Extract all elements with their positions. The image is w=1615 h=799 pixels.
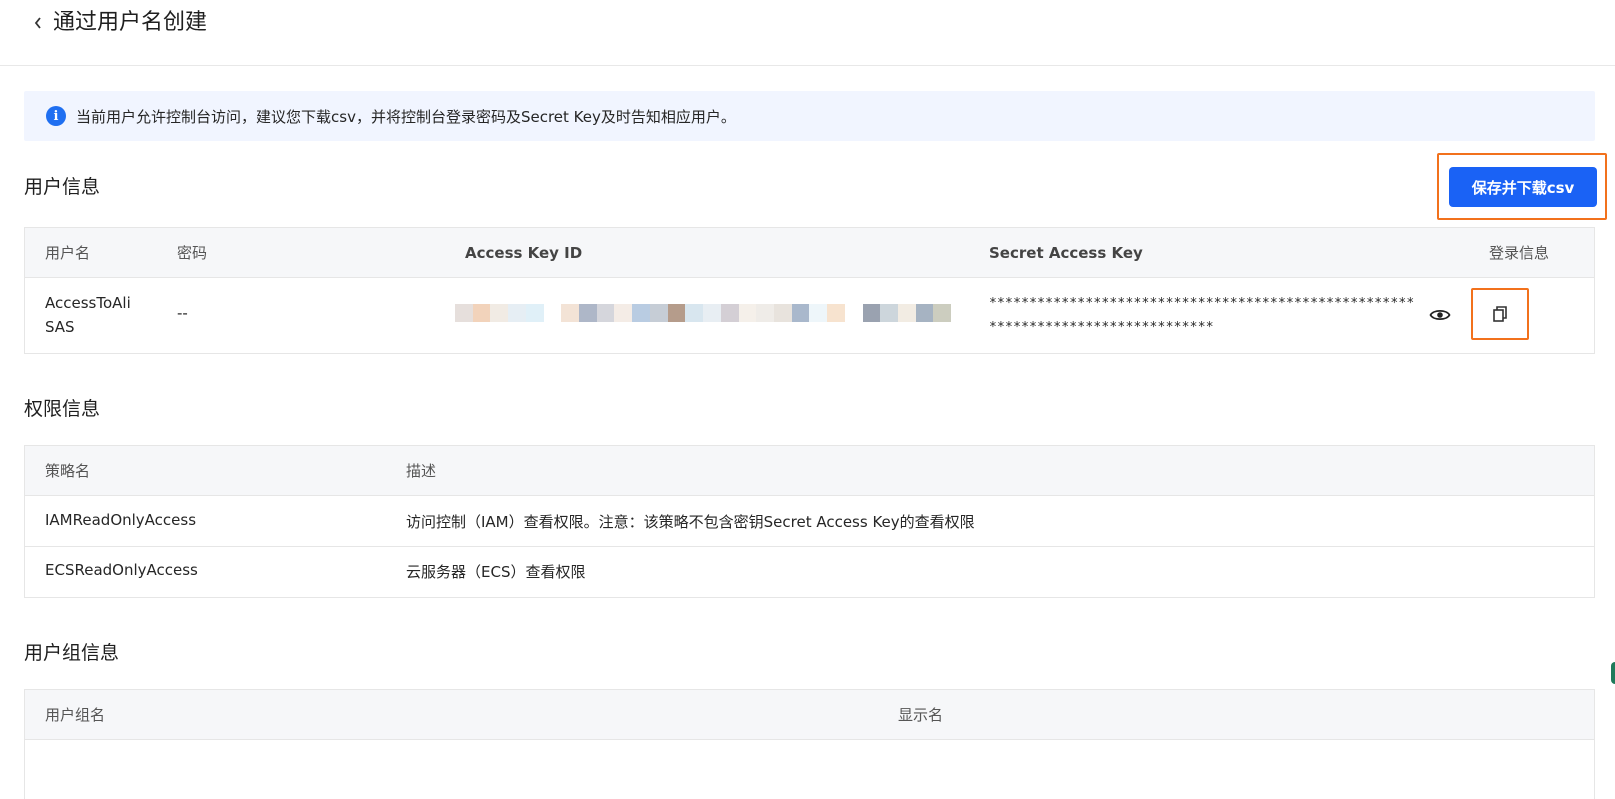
table-row: AccessToAli SAS -- *********************… xyxy=(25,278,1594,353)
column-header-secret-access-key: Secret Access Key xyxy=(989,244,1143,262)
column-header-password: 密码 xyxy=(177,244,208,262)
groups-table: 用户组名 显示名 xyxy=(24,689,1595,799)
column-header-display-name: 显示名 xyxy=(898,706,944,724)
column-header-access-key-id: Access Key ID xyxy=(465,244,583,262)
policy-description: 访问控制（IAM）查看权限。注意：该策略不包含密钥Secret Access K… xyxy=(406,513,975,531)
column-header-username: 用户名 xyxy=(45,244,91,262)
save-button-highlight: 保存并下载csv xyxy=(1437,153,1607,220)
username-line-2: SAS xyxy=(45,318,75,336)
info-alert: i 当前用户允许控制台访问，建议您下载csv，并将控制台登录密码及Secret … xyxy=(24,91,1595,141)
user-info-table: 用户名 密码 Access Key ID Secret Access Key 登… xyxy=(24,227,1595,354)
column-header-group-name: 用户组名 xyxy=(45,706,106,724)
permissions-title: 权限信息 xyxy=(24,398,101,420)
secret-access-key-masked: ****************************************… xyxy=(989,296,1415,335)
table-header: 用户名 密码 Access Key ID Secret Access Key 登… xyxy=(25,228,1594,278)
copy-icon xyxy=(1493,306,1507,322)
alert-text: 当前用户允许控制台访问，建议您下载csv，并将控制台登录密码及Secret Ke… xyxy=(76,107,736,126)
back-button[interactable] xyxy=(28,10,48,36)
policy-name: ECSReadOnlyAccess xyxy=(45,561,198,579)
eye-icon[interactable] xyxy=(1429,307,1451,323)
table-header: 用户组名 显示名 xyxy=(25,690,1594,740)
access-key-id-redacted xyxy=(455,304,952,322)
column-header-login-info: 登录信息 xyxy=(1489,244,1550,262)
table-header: 策略名 描述 xyxy=(25,446,1594,496)
password-cell: -- xyxy=(177,304,188,322)
chevron-left-icon xyxy=(34,17,41,29)
policy-name: IAMReadOnlyAccess xyxy=(45,511,197,529)
column-header-description: 描述 xyxy=(406,462,437,480)
table-row: ECSReadOnlyAccess 云服务器（ECS）查看权限 xyxy=(25,547,1594,597)
groups-title: 用户组信息 xyxy=(24,642,120,664)
page-title: 通过用户名创建 xyxy=(53,10,208,35)
save-download-csv-button[interactable]: 保存并下载csv xyxy=(1449,167,1597,207)
copy-login-info-button[interactable] xyxy=(1471,288,1529,340)
username-line-1: AccessToAli xyxy=(45,294,131,312)
policy-description: 云服务器（ECS）查看权限 xyxy=(406,563,586,581)
username-cell: AccessToAli SAS xyxy=(45,291,131,339)
column-header-policy-name: 策略名 xyxy=(45,462,91,480)
table-row: IAMReadOnlyAccess 访问控制（IAM）查看权限。注意：该策略不包… xyxy=(25,496,1594,547)
floating-widget-edge[interactable] xyxy=(1611,662,1615,684)
permissions-table: 策略名 描述 IAMReadOnlyAccess 访问控制（IAM）查看权限。注… xyxy=(24,445,1595,598)
user-info-title: 用户信息 xyxy=(24,176,101,198)
info-icon: i xyxy=(46,106,66,126)
page-header: 通过用户名创建 xyxy=(0,0,1615,66)
